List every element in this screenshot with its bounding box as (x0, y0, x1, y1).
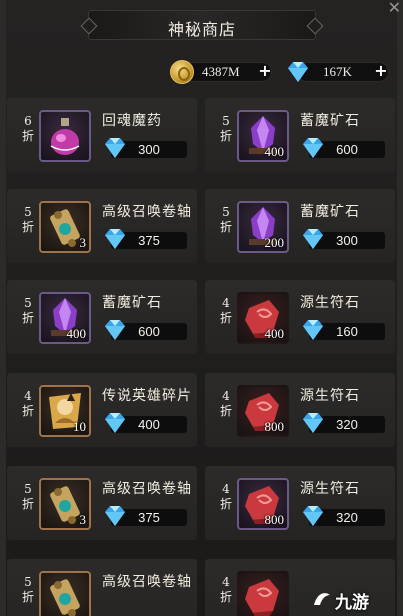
item-icon-box: 200 (237, 201, 289, 253)
item-name: 传说英雄碎片 (102, 388, 192, 404)
gold-amount: 4387M (202, 64, 240, 79)
item-name: 源生符石 (300, 295, 360, 311)
discount-label: 5折 (21, 296, 34, 325)
item-price: 300 (336, 233, 358, 248)
item-name: 蓄魔矿石 (300, 113, 360, 129)
add-gold-button[interactable]: + (256, 62, 274, 80)
discount-label: 5折 (21, 205, 34, 234)
item-icon-box: 400 (39, 292, 91, 344)
discount-label: 4折 (219, 482, 232, 511)
gold-currency: 4387M + (170, 60, 275, 84)
title-bar: 神秘商店 (88, 10, 316, 40)
item-quantity: 800 (264, 419, 285, 434)
shop-item-card[interactable]: 4折 800 源生符石 320 (205, 373, 395, 447)
item-price: 600 (138, 324, 160, 339)
discount-label: 5折 (219, 114, 232, 143)
item-icon-box: 10 (39, 385, 91, 437)
item-price: 160 (336, 324, 358, 339)
item-quantity: 400 (66, 326, 87, 341)
discount-label: 4折 (219, 575, 232, 604)
item-quantity: 200 (264, 235, 285, 250)
red-rune-stone-icon (239, 573, 287, 616)
item-name: 高级召唤卷轴 (102, 204, 192, 220)
discount-label: 5折 (21, 575, 34, 604)
item-price: 375 (138, 233, 160, 248)
item-quantity: 400 (264, 326, 285, 341)
watermark: 九游 (311, 586, 395, 613)
shop-window: ✕ 神秘商店 4387M + 167K + 6折 回魂魔药 300 5折 400 蓄魔矿石… (0, 0, 403, 616)
item-price: 320 (336, 510, 358, 525)
shop-item-card[interactable]: 5折 400 蓄魔矿石 600 (7, 280, 197, 354)
item-icon-box: 400 (237, 110, 289, 162)
shop-item-card[interactable]: 6折 回魂魔药 300 (7, 98, 197, 172)
discount-label: 5折 (21, 482, 34, 511)
item-icon-box (39, 571, 91, 616)
frame-left-edge (0, 0, 6, 616)
item-name: 回魂魔药 (102, 113, 162, 129)
shop-item-card[interactable]: 5折 200 蓄魔矿石 300 (205, 189, 395, 263)
item-price: 300 (138, 142, 160, 157)
potion-icon (41, 112, 89, 164)
item-name: 高级召唤卷轴 (102, 481, 192, 497)
scroll-icon (41, 573, 89, 616)
page-title: 神秘商店 (167, 20, 236, 39)
shop-item-card[interactable]: 4折 10 传说英雄碎片 400 (7, 373, 197, 447)
item-icon-box: 800 (237, 385, 289, 437)
discount-label: 6折 (21, 114, 34, 143)
add-diamond-button[interactable]: + (372, 62, 390, 80)
discount-label: 4折 (219, 389, 232, 418)
discount-label: 4折 (21, 389, 34, 418)
logo-icon (314, 593, 330, 605)
item-name: 蓄魔矿石 (300, 204, 360, 220)
item-name: 高级召唤卷轴 (102, 574, 192, 590)
item-icon-box (39, 110, 91, 162)
shop-item-card[interactable]: 5折 400 蓄魔矿石 600 (205, 98, 395, 172)
watermark-text: 九游 (335, 593, 369, 613)
item-name: 源生符石 (300, 388, 360, 404)
item-quantity: 10 (73, 419, 86, 434)
item-icon-box (237, 571, 289, 616)
item-quantity: 800 (264, 512, 285, 527)
close-icon[interactable]: ✕ (388, 0, 401, 17)
item-price: 320 (336, 417, 358, 432)
diamond-amount: 167K (323, 64, 352, 79)
diamond-icon (288, 62, 308, 82)
discount-label: 4折 (219, 296, 232, 325)
item-icon-box: 400 (237, 292, 289, 344)
shop-item-card[interactable]: 4折 400 源生符石 160 (205, 280, 395, 354)
discount-label: 5折 (219, 205, 232, 234)
item-name: 源生符石 (300, 481, 360, 497)
item-quantity: 3 (79, 235, 87, 250)
gold-coin-icon (170, 60, 194, 84)
item-price: 400 (138, 417, 160, 432)
item-icon-box: 800 (237, 478, 289, 530)
item-icon-box: 3 (39, 478, 91, 530)
frame-right-edge (397, 0, 403, 616)
diamond-currency: 167K + (285, 60, 395, 84)
shop-item-card[interactable]: 5折 高级召唤卷轴 (7, 559, 197, 616)
item-price: 375 (138, 510, 160, 525)
item-icon-box: 3 (39, 201, 91, 253)
item-price: 600 (336, 142, 358, 157)
shop-item-card[interactable]: 5折 3 高级召唤卷轴 375 (7, 466, 197, 540)
shop-item-card[interactable]: 5折 3 高级召唤卷轴 375 (7, 189, 197, 263)
item-quantity: 3 (79, 512, 87, 527)
item-quantity: 400 (264, 144, 285, 159)
shop-item-card[interactable]: 4折 800 源生符石 320 (205, 466, 395, 540)
item-name: 蓄魔矿石 (102, 295, 162, 311)
